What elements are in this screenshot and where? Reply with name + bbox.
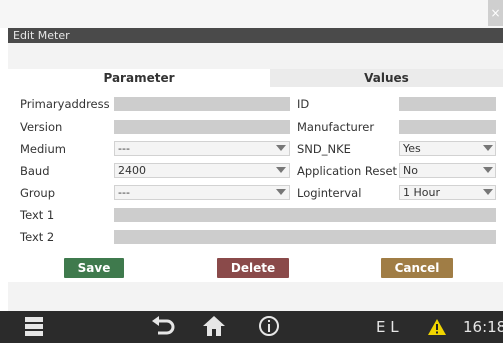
top-strip (0, 0, 503, 28)
primaryaddress-input[interactable] (114, 97, 290, 111)
close-button[interactable]: × (488, 0, 503, 26)
id-label: ID (297, 97, 310, 111)
back-icon[interactable] (150, 316, 176, 338)
menu-icon[interactable] (25, 317, 43, 337)
baud-select[interactable]: 2400 (114, 163, 290, 178)
application-reset-label: Application Reset (297, 164, 398, 178)
medium-select[interactable]: --- (114, 141, 290, 156)
primaryaddress-label: Primaryaddress (20, 97, 110, 111)
save-button[interactable]: Save (64, 258, 124, 278)
tab-parameter[interactable]: Parameter (8, 69, 270, 87)
medium-value: --- (118, 142, 130, 155)
chevron-down-icon[interactable] (276, 189, 286, 195)
clock-time: 16:18 (463, 318, 503, 336)
loginterval-select[interactable]: 1 Hour (399, 185, 496, 200)
snd-nke-select[interactable]: Yes (399, 141, 496, 156)
application-reset-select[interactable]: No (399, 163, 496, 178)
dialog-title: Edit Meter (8, 28, 503, 43)
id-input[interactable] (399, 97, 496, 111)
manufacturer-label: Manufacturer (297, 120, 375, 134)
text2-input[interactable] (114, 230, 496, 244)
medium-label: Medium (20, 142, 66, 156)
group-value: --- (118, 186, 130, 199)
version-label: Version (20, 120, 63, 134)
text1-label: Text 1 (20, 208, 55, 222)
chevron-down-icon[interactable] (483, 167, 493, 173)
version-input[interactable] (114, 120, 290, 134)
baud-label: Baud (20, 164, 50, 178)
chevron-down-icon[interactable] (483, 189, 493, 195)
delete-button[interactable]: Delete (217, 258, 289, 278)
loginterval-value: 1 Hour (403, 186, 440, 199)
cancel-button[interactable]: Cancel (381, 258, 453, 278)
text2-label: Text 2 (20, 230, 55, 244)
snd-nke-label: SND_NKE (297, 142, 351, 156)
info-icon[interactable] (258, 315, 280, 337)
application-reset-value: No (403, 164, 418, 177)
group-select[interactable]: --- (114, 185, 290, 200)
snd-nke-value: Yes (403, 142, 421, 155)
chevron-down-icon[interactable] (483, 145, 493, 151)
chevron-down-icon[interactable] (276, 145, 286, 151)
text1-input[interactable] (114, 208, 496, 222)
manufacturer-input[interactable] (399, 120, 496, 134)
tab-values[interactable]: Values (270, 69, 503, 87)
loginterval-label: Loginterval (297, 186, 362, 200)
chevron-down-icon[interactable] (276, 167, 286, 173)
baud-value: 2400 (118, 164, 146, 177)
group-label: Group (20, 186, 56, 200)
status-text: E L (376, 318, 399, 336)
warning-icon (428, 319, 446, 335)
home-icon[interactable] (202, 315, 226, 337)
